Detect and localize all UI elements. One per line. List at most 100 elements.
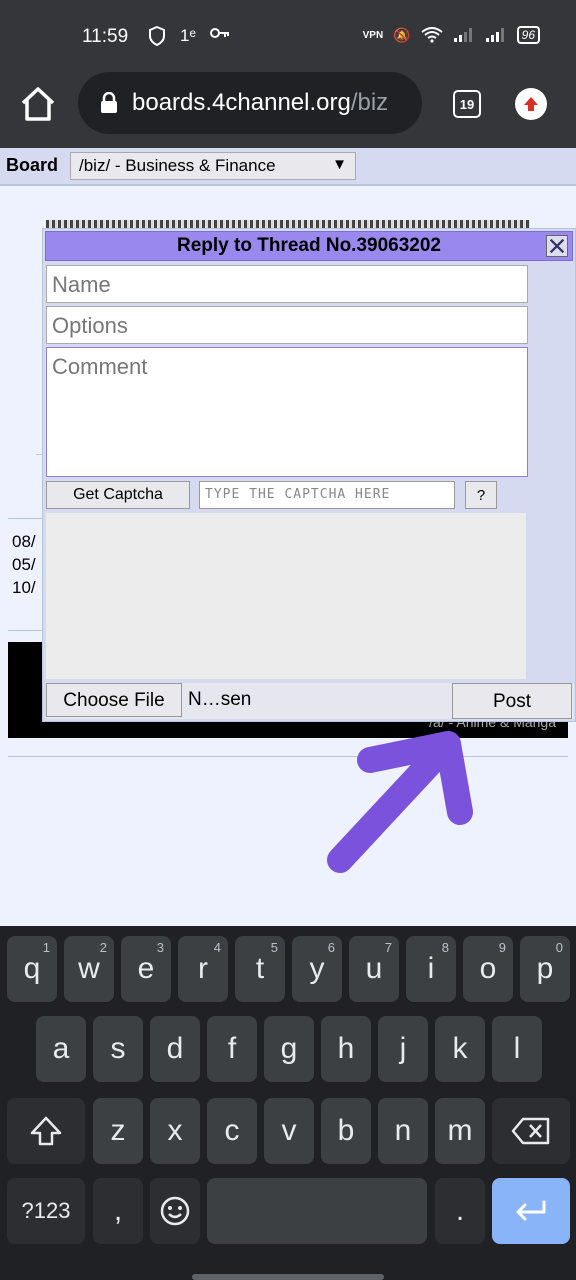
status-right-icons: VPN 🔕 96 — [363, 26, 540, 44]
key-x[interactable]: x — [150, 1098, 200, 1164]
bell-off-icon: 🔕 — [393, 26, 411, 43]
close-icon[interactable] — [546, 235, 568, 257]
key-y[interactable]: y6 — [292, 936, 342, 1002]
status-left-icons: 1ᵉ — [148, 26, 230, 46]
key-hint: 0 — [555, 940, 563, 955]
key-label: o — [479, 952, 497, 985]
get-captcha-button[interactable]: Get Captcha — [46, 481, 190, 509]
post-date: 08/ — [12, 532, 36, 551]
key-label: u — [365, 952, 383, 985]
key-hint: 4 — [213, 940, 221, 955]
backspace-key[interactable] — [492, 1098, 570, 1164]
options-input[interactable]: Options — [46, 306, 528, 344]
key-hint: 8 — [441, 940, 449, 955]
url-path: /biz — [350, 89, 389, 116]
emoji-icon — [160, 1196, 190, 1226]
key-q[interactable]: q1 — [7, 936, 57, 1002]
shift-key[interactable] — [7, 1098, 85, 1164]
key-hint: 5 — [270, 940, 278, 955]
post-button[interactable]: Post — [452, 683, 572, 719]
captcha-input[interactable]: TYPE THE CAPTCHA HERE — [199, 481, 455, 509]
key-label: i — [427, 952, 435, 985]
space-key[interactable] — [207, 1178, 427, 1244]
key-d[interactable]: d — [150, 1016, 200, 1082]
key-label: p — [536, 952, 554, 985]
key-hint: 1 — [42, 940, 50, 955]
key-c[interactable]: c — [207, 1098, 257, 1164]
name-input[interactable]: Name — [46, 265, 528, 303]
post-date: 10/ — [12, 578, 36, 597]
key-label: e — [137, 952, 155, 985]
captcha-help-button[interactable]: ? — [465, 481, 497, 509]
key-u[interactable]: u7 — [349, 936, 399, 1002]
quick-reply-header[interactable]: Reply to Thread No.39063202 — [45, 231, 573, 261]
board-select[interactable]: /biz/ - Business & Finance ▼ — [70, 152, 356, 180]
arrow-up-icon — [524, 97, 538, 111]
divider — [8, 630, 44, 631]
key-b[interactable]: b — [321, 1098, 371, 1164]
signal-icon-2 — [485, 28, 504, 42]
key-r[interactable]: r4 — [178, 936, 228, 1002]
key-k[interactable]: k — [435, 1016, 485, 1082]
url-host: boards.4channel.org — [132, 89, 351, 116]
key-g[interactable]: g — [264, 1016, 314, 1082]
status-time: 11:59 — [82, 26, 129, 47]
key-w[interactable]: w2 — [64, 936, 114, 1002]
divider — [8, 756, 568, 757]
file-row: Choose File N…sen Post — [46, 683, 574, 719]
wifi-icon — [421, 27, 443, 43]
captcha-area — [46, 513, 526, 679]
board-select-value: /biz/ - Business & Finance — [79, 156, 276, 175]
status-notification-count: 1ᵉ — [180, 26, 196, 45]
key-hint: 7 — [384, 940, 392, 955]
key-s[interactable]: s — [93, 1016, 143, 1082]
browser-chrome: 11:59 1ᵉ VPN 🔕 96 boards.4channel.org/bi… — [0, 0, 576, 148]
divider — [8, 518, 44, 519]
key-j[interactable]: j — [378, 1016, 428, 1082]
key-hint: 6 — [327, 940, 335, 955]
key-hint: 3 — [156, 940, 164, 955]
home-icon[interactable] — [18, 84, 58, 124]
web-page: Board /biz/ - Business & Finance ▼ 08/ 0… — [0, 148, 576, 926]
key-icon — [209, 28, 229, 38]
post-date: 05/ — [12, 555, 36, 574]
quick-reply-title: Reply to Thread No.39063202 — [177, 235, 441, 256]
board-bar: Board /biz/ - Business & Finance ▼ — [0, 148, 576, 186]
key-t[interactable]: t5 — [235, 936, 285, 1002]
battery-indicator: 96 — [516, 26, 540, 44]
period-key[interactable]: . — [435, 1178, 485, 1244]
post-dates: 08/ 05/ 10/ — [12, 530, 36, 599]
key-l[interactable]: l — [492, 1016, 542, 1082]
annotation-arrow-icon — [327, 731, 473, 873]
key-e[interactable]: e3 — [121, 936, 171, 1002]
key-h[interactable]: h — [321, 1016, 371, 1082]
key-o[interactable]: o9 — [463, 936, 513, 1002]
address-bar[interactable]: boards.4channel.org/biz — [78, 72, 422, 134]
key-p[interactable]: p0 — [520, 936, 570, 1002]
gesture-nav-handle[interactable] — [192, 1274, 384, 1280]
update-button[interactable] — [515, 88, 547, 120]
key-m[interactable]: m — [435, 1098, 485, 1164]
emoji-key[interactable] — [150, 1178, 200, 1244]
key-f[interactable]: f — [207, 1016, 257, 1082]
symbols-key[interactable]: ?123 — [7, 1178, 85, 1244]
vpn-icon: VPN — [362, 29, 384, 41]
comma-key[interactable]: , — [93, 1178, 143, 1244]
key-i[interactable]: i8 — [406, 936, 456, 1002]
quick-reply-window: Reply to Thread No.39063202 Name Options… — [42, 228, 576, 722]
choose-file-button[interactable]: Choose File — [46, 683, 182, 717]
key-hint: 9 — [498, 940, 506, 955]
shield-icon — [149, 26, 165, 46]
key-z[interactable]: z — [93, 1098, 143, 1164]
shift-icon — [30, 1116, 62, 1146]
enter-key[interactable] — [492, 1178, 570, 1244]
tab-switcher-button[interactable]: 19 — [453, 90, 481, 118]
key-a[interactable]: a — [36, 1016, 86, 1082]
key-label: r — [198, 952, 208, 985]
key-v[interactable]: v — [264, 1098, 314, 1164]
comment-textarea[interactable]: Comment — [46, 347, 528, 477]
board-label: Board — [6, 155, 59, 175]
dropdown-arrow-icon: ▼ — [332, 156, 347, 173]
key-label: y — [309, 952, 325, 985]
key-n[interactable]: n — [378, 1098, 428, 1164]
